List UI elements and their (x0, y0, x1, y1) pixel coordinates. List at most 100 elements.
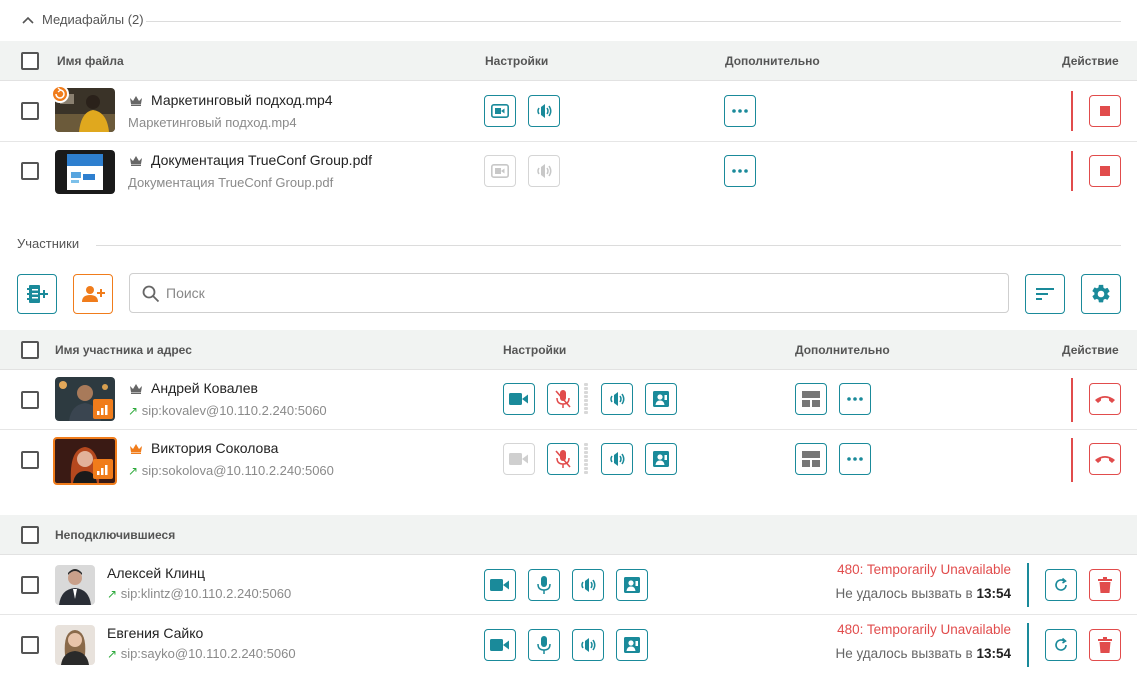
delete-button[interactable] (1089, 569, 1121, 601)
audio-toggle-button[interactable] (601, 383, 633, 415)
hang-up-icon (1095, 396, 1115, 403)
video-toggle-button[interactable] (484, 155, 516, 187)
layout-button[interactable] (795, 383, 827, 415)
divider (146, 21, 1121, 22)
more-options-button[interactable] (839, 383, 871, 415)
row-checkbox[interactable] (21, 391, 39, 409)
outgoing-call-icon: ↗ (128, 404, 139, 418)
redial-button[interactable] (1045, 569, 1077, 601)
hang-up-button[interactable] (1089, 383, 1121, 415)
row-checkbox[interactable] (21, 451, 39, 469)
more-options-button[interactable] (724, 155, 756, 187)
speaker-icon (581, 638, 596, 652)
call-error-status: 480: Temporarily Unavailable (837, 622, 1011, 637)
participant-name: Евгения Сайко (107, 625, 204, 641)
address-book-add-icon (27, 285, 48, 303)
column-header-name: Имя участника и адрес (55, 343, 192, 357)
more-options-button[interactable] (839, 443, 871, 475)
call-failed-time: Не удалось вызвать в 13:54 (836, 646, 1012, 661)
stop-icon (1100, 106, 1110, 116)
microphone-muted-icon (555, 390, 571, 408)
media-section-header[interactable]: Медиафайлы (2) (22, 12, 144, 27)
presentation-toggle-button[interactable] (645, 443, 677, 475)
video-toggle-button[interactable] (503, 383, 535, 415)
participants-section-header: Участники (17, 236, 79, 251)
presenter-icon (653, 451, 669, 467)
audio-toggle-button[interactable] (572, 569, 604, 601)
redial-icon (1055, 577, 1067, 591)
participant-address: ↗ sip:sokolova@10.110.2.240:5060 (128, 463, 334, 478)
participants-section-title: Участники (17, 236, 80, 251)
redial-icon (1055, 637, 1067, 651)
presentation-toggle-button[interactable] (645, 383, 677, 415)
video-toggle-button[interactable] (484, 569, 516, 601)
participant-row: Виктория Соколова ↗ sip:sokolova@10.110.… (0, 430, 1137, 490)
select-all-checkbox[interactable] (21, 341, 39, 359)
more-dots-icon (847, 457, 863, 461)
search-icon (142, 285, 160, 303)
add-from-address-book-button[interactable] (17, 274, 57, 314)
more-dots-icon (732, 109, 748, 113)
stop-button[interactable] (1089, 155, 1121, 187)
sort-icon (1036, 288, 1054, 300)
presentation-toggle-button[interactable] (616, 629, 648, 661)
select-all-checkbox[interactable] (21, 52, 39, 70)
stop-button[interactable] (1089, 95, 1121, 127)
call-failed-timestamp: 13:54 (976, 586, 1011, 601)
call-error-status: 480: Temporarily Unavailable (837, 562, 1011, 577)
media-row: Маркетинговый подход.mp4 Маркетинговый п… (0, 82, 1137, 142)
layout-button[interactable] (795, 443, 827, 475)
sort-button[interactable] (1025, 274, 1065, 314)
video-toggle-button[interactable] (484, 95, 516, 127)
microphone-muted-icon (555, 450, 571, 468)
audio-toggle-button[interactable] (528, 155, 560, 187)
layout-icon (802, 451, 820, 467)
participant-address-text: sip:sokolova@10.110.2.240:5060 (141, 463, 334, 478)
signal-quality-icon (93, 459, 113, 479)
microphone-toggle-button[interactable] (528, 569, 560, 601)
participant-row: Андрей Ковалев ↗ sip:kovalev@10.110.2.24… (0, 370, 1137, 430)
search-input[interactable] (166, 274, 986, 312)
presenter-icon (624, 577, 640, 593)
audio-toggle-button[interactable] (601, 443, 633, 475)
video-camera-icon (509, 393, 528, 405)
video-toggle-button[interactable] (503, 443, 535, 475)
outgoing-call-icon: ↗ (107, 587, 118, 601)
participant-address: ↗ sip:sayko@10.110.2.240:5060 (107, 646, 296, 661)
audio-toggle-button[interactable] (572, 629, 604, 661)
more-options-button[interactable] (724, 95, 756, 127)
row-checkbox[interactable] (21, 162, 39, 180)
column-header-name: Имя файла (57, 54, 124, 68)
audio-toggle-button[interactable] (528, 95, 560, 127)
participant-name: Виктория Соколова (151, 440, 279, 456)
select-all-checkbox[interactable] (21, 526, 39, 544)
delete-button[interactable] (1089, 629, 1121, 661)
video-toggle-button[interactable] (484, 629, 516, 661)
row-checkbox[interactable] (21, 636, 39, 654)
row-checkbox[interactable] (21, 102, 39, 120)
row-checkbox[interactable] (21, 576, 39, 594)
redial-button[interactable] (1045, 629, 1077, 661)
file-subname: Документация TrueConf Group.pdf (128, 175, 334, 190)
presentation-toggle-button[interactable] (616, 569, 648, 601)
outgoing-call-icon: ↗ (128, 464, 139, 478)
disconnected-section-title: Неподключившиеся (55, 528, 176, 542)
microphone-toggle-button[interactable] (547, 443, 579, 475)
media-row: Документация TrueConf Group.pdf Документ… (0, 142, 1137, 202)
participant-address-text: sip:sayko@10.110.2.240:5060 (120, 646, 296, 661)
settings-button[interactable] (1081, 274, 1121, 314)
loop-badge-icon (51, 85, 69, 103)
speaker-icon (581, 578, 596, 592)
microphone-toggle-button[interactable] (528, 629, 560, 661)
hang-up-button[interactable] (1089, 443, 1121, 475)
participant-address: ↗ sip:kovalev@10.110.2.240:5060 (128, 403, 327, 418)
microphone-toggle-button[interactable] (547, 383, 579, 415)
speaker-icon (537, 104, 552, 118)
chevron-up-icon (22, 16, 34, 24)
video-camera-icon (509, 453, 528, 465)
column-header-settings: Настройки (503, 343, 567, 357)
search-box (129, 273, 1009, 313)
presenter-icon (624, 637, 640, 653)
column-header-action: Действие (1062, 343, 1119, 357)
add-participant-button[interactable] (73, 274, 113, 314)
